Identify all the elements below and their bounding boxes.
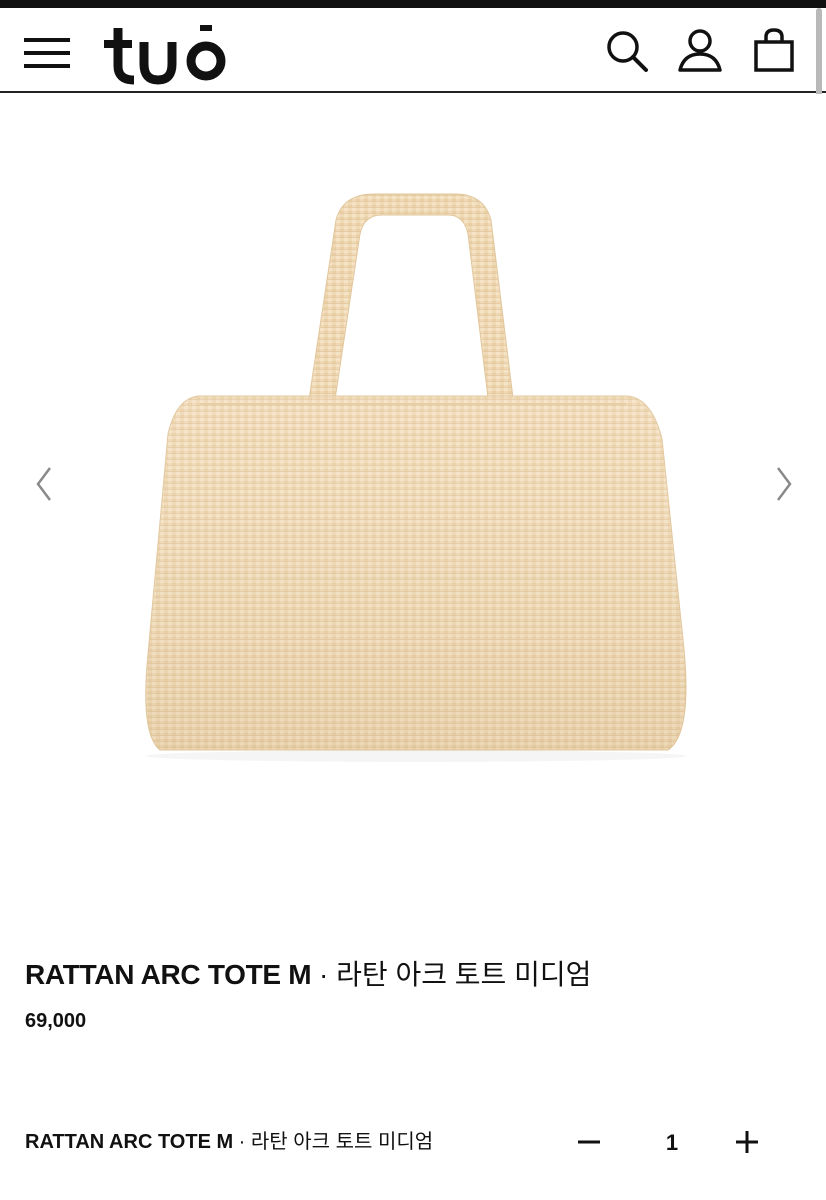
tote-bag-image [145, 193, 687, 762]
product-name-en: RATTAN ARC TOTE M [25, 959, 312, 990]
product-title: RATTAN ARC TOTE M · 라탄 아크 토트 미디엄 [25, 955, 591, 995]
product-name-ko: 라탄 아크 토트 미디엄 [336, 959, 592, 990]
chevron-right-icon[interactable] [768, 464, 798, 504]
site-header [0, 8, 826, 93]
quantity-decrease-button[interactable] [574, 1124, 604, 1160]
quantity-increase-button[interactable] [732, 1124, 762, 1160]
quantity-value[interactable]: 1 [652, 1130, 692, 1156]
option-name-en: RATTAN ARC TOTE M [25, 1131, 234, 1153]
option-name-ko: 라탄 아크 토트 미디엄 [250, 1131, 434, 1153]
title-separator: · [311, 959, 337, 990]
product-image-gallery[interactable] [0, 94, 826, 874]
brand-logo[interactable] [100, 16, 232, 88]
search-icon[interactable] [602, 26, 650, 74]
product-price: 69,000 [25, 1010, 87, 1032]
option-separator: · [233, 1131, 251, 1153]
chevron-left-icon[interactable] [30, 464, 60, 504]
hamburger-menu-icon[interactable] [24, 38, 70, 68]
selected-option-label: RATTAN ARC TOTE M · 라탄 아크 토트 미디엄 [25, 1127, 433, 1157]
shopping-bag-icon[interactable] [750, 26, 798, 74]
user-icon[interactable] [676, 26, 724, 74]
top-edge-bar [0, 0, 826, 8]
